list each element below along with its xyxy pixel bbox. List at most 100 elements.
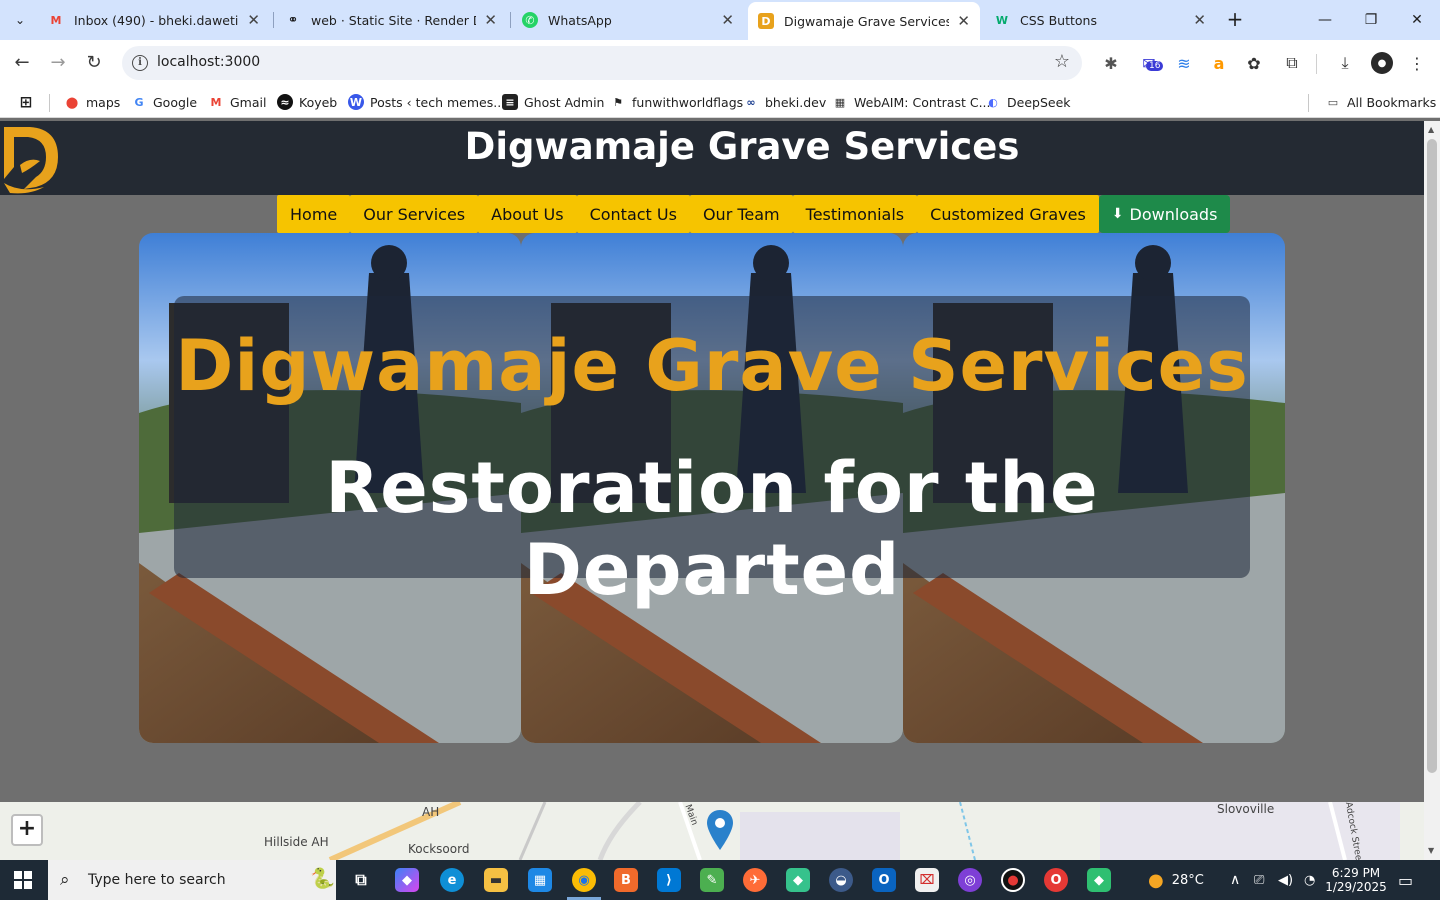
download-icon[interactable]: ⤓ [1334, 52, 1356, 74]
profile-avatar[interactable]: ● [1371, 52, 1393, 74]
outlook-icon[interactable]: O [872, 868, 896, 892]
windows-start-icon[interactable] [14, 871, 32, 889]
postman-icon[interactable]: ✈ [743, 868, 767, 892]
scrollbar-thumb[interactable] [1427, 139, 1437, 773]
clock[interactable]: 6:29 PM 1/29/2025 [1325, 860, 1387, 900]
gmail-icon: M [210, 95, 222, 109]
edge-icon[interactable]: e [440, 868, 464, 892]
bookmark-label: Koyeb [299, 94, 338, 110]
tab-digwamaje[interactable]: D Digwamaje Grave Services ✕ [748, 2, 980, 40]
brave-icon[interactable]: B [614, 868, 638, 892]
bug-extension-icon[interactable]: ✱ [1100, 52, 1122, 74]
close-icon[interactable]: ✕ [484, 11, 497, 29]
tab-gmail[interactable]: M Inbox (490) - bheki.daweti@gm ✕ [38, 4, 270, 36]
wordpress-icon: W [348, 94, 364, 110]
bookmark-ghost[interactable]: ≡ Ghost Admin [502, 92, 604, 112]
nav-about-us[interactable]: About Us [478, 195, 577, 233]
new-tab-icon[interactable]: + [1224, 8, 1246, 30]
downloads-label: Downloads [1129, 204, 1218, 224]
weather-widget[interactable]: ● 28°C [1148, 860, 1204, 900]
nav-downloads-button[interactable]: ⬇ Downloads [1098, 195, 1231, 233]
close-icon[interactable]: ✕ [721, 11, 734, 29]
nav-testimonials[interactable]: Testimonials [792, 195, 918, 233]
close-icon[interactable]: ✕ [247, 11, 260, 29]
tab-label: CSS Buttons [1020, 12, 1097, 28]
puzzle-extension-icon[interactable]: ✿ [1243, 52, 1265, 74]
bookmark-wordpress[interactable]: W Posts ‹ tech memes... [348, 92, 505, 112]
tab-whatsapp[interactable]: ✆ WhatsApp ✕ [512, 4, 744, 36]
address-text[interactable]: localhost:3000 [157, 54, 260, 70]
scroll-down-icon[interactable]: ▼ [1428, 846, 1434, 855]
bookmark-koyeb[interactable]: ≈ Koyeb [277, 92, 337, 112]
site-info-icon[interactable]: i [132, 55, 148, 71]
taskbar-search[interactable]: ⌕ Type here to search 🐍 [48, 860, 336, 900]
download-icon: ⬇ [1111, 206, 1124, 222]
toolbar-separator [1316, 54, 1317, 74]
bookmark-webaim[interactable]: ▦ WebAIM: Contrast C... [832, 92, 991, 112]
gitkraken-icon[interactable]: ◆ [1087, 868, 1111, 892]
tab-css-buttons[interactable]: W CSS Buttons ✕ [984, 4, 1216, 36]
amazon-extension-icon[interactable]: a [1208, 52, 1230, 74]
address-bar[interactable]: i localhost:3000 ☆ [122, 46, 1082, 80]
tray-chevron-icon[interactable]: ∧ [1230, 860, 1240, 900]
notepad-icon[interactable]: ✎ [700, 868, 724, 892]
nav-customized-graves[interactable]: Customized Graves [917, 195, 1099, 233]
maximize-icon[interactable]: ❐ [1348, 0, 1394, 40]
virtualbox-icon[interactable]: ◒ [829, 868, 853, 892]
bookmark-bheki-dev[interactable]: ∞ bheki.dev [743, 92, 826, 112]
scroll-up-icon[interactable]: ▲ [1428, 125, 1434, 134]
nav-contact-us[interactable]: Contact Us [576, 195, 690, 233]
bookmark-label: All Bookmarks [1347, 94, 1437, 110]
extensions-icon[interactable]: ⧉ [1281, 52, 1303, 74]
back-icon[interactable]: ← [10, 51, 34, 75]
hero-banner: Digwamaje Grave Services Restoration for… [139, 233, 1285, 743]
search-placeholder: Type here to search [88, 872, 226, 888]
all-bookmarks[interactable]: ▭ All Bookmarks [1325, 92, 1437, 112]
tab-search-chevron-icon[interactable]: ⌄ [6, 6, 34, 34]
site-title: Digwamaje Grave Services [464, 125, 1020, 168]
calculator-icon[interactable]: ⌧ [915, 868, 939, 892]
page-viewport: Digwamaje Grave Services Home Our Servic… [0, 121, 1424, 860]
map-label: AH [422, 805, 440, 819]
tor-icon[interactable]: ◎ [958, 868, 982, 892]
menu-kebab-icon[interactable]: ⋮ [1406, 52, 1428, 74]
bookmark-flags[interactable]: ⚑ funwithworldflags [610, 92, 743, 112]
chrome-icon[interactable]: ◉ [572, 868, 596, 892]
close-icon[interactable]: ✕ [957, 12, 970, 30]
vscode-icon[interactable]: ⟩ [657, 868, 681, 892]
bookmark-gmail[interactable]: M Gmail [208, 92, 267, 112]
opera-icon[interactable]: O [1044, 868, 1068, 892]
bookmark-deepseek[interactable]: ◐ DeepSeek [985, 92, 1070, 112]
window-close-icon[interactable]: ✕ [1394, 0, 1440, 40]
page-scrollbar[interactable]: ▲ ▼ [1424, 121, 1440, 860]
tab-render[interactable]: ⚭ web · Static Site · Render Dashboard ✕ [275, 4, 507, 36]
close-icon[interactable]: ✕ [1193, 11, 1206, 29]
nav-home[interactable]: Home [277, 195, 351, 233]
browser-toolbar: ← → ↻ i localhost:3000 ☆ ✱ ✉16 ≋ a ✿ ⧉ ⤓… [0, 40, 1440, 86]
file-explorer-icon[interactable]: ▬ [484, 868, 508, 892]
codeium-extension-icon[interactable]: ≋ [1173, 52, 1195, 74]
bookmark-google[interactable]: G Google [131, 92, 197, 112]
reload-icon[interactable]: ↻ [82, 51, 106, 75]
location-map[interactable]: + AH Hillside AH Kocksoord Slovoville Ma… [0, 802, 1424, 860]
notifications-icon[interactable]: ▭ [1398, 860, 1413, 900]
apps-grid-icon[interactable]: ⊞ [18, 92, 40, 112]
bookmark-maps[interactable]: ⬤ maps [64, 92, 120, 112]
map-label: Kocksoord [408, 842, 470, 856]
map-zoom-in-button[interactable]: + [11, 814, 43, 846]
copilot-icon[interactable]: ◆ [395, 868, 419, 892]
meet-now-icon[interactable]: ⎚ [1254, 860, 1264, 900]
network-icon[interactable]: ◔ [1304, 860, 1315, 900]
bookmark-star-icon[interactable]: ☆ [1054, 51, 1070, 72]
map-marker-icon[interactable] [707, 810, 733, 850]
git-icon[interactable]: ◆ [786, 868, 810, 892]
volume-icon[interactable]: ◀) [1278, 860, 1293, 900]
forward-icon[interactable]: → [46, 51, 70, 75]
mail-extension-icon[interactable]: ✉16 [1138, 52, 1164, 74]
nav-our-services[interactable]: Our Services [350, 195, 479, 233]
nav-our-team[interactable]: Our Team [689, 195, 793, 233]
minimize-icon[interactable]: — [1302, 0, 1348, 40]
recorder-icon[interactable]: ● [1001, 868, 1025, 892]
store-icon[interactable]: ▦ [528, 868, 552, 892]
task-view-icon[interactable]: ⧉ [349, 868, 373, 892]
